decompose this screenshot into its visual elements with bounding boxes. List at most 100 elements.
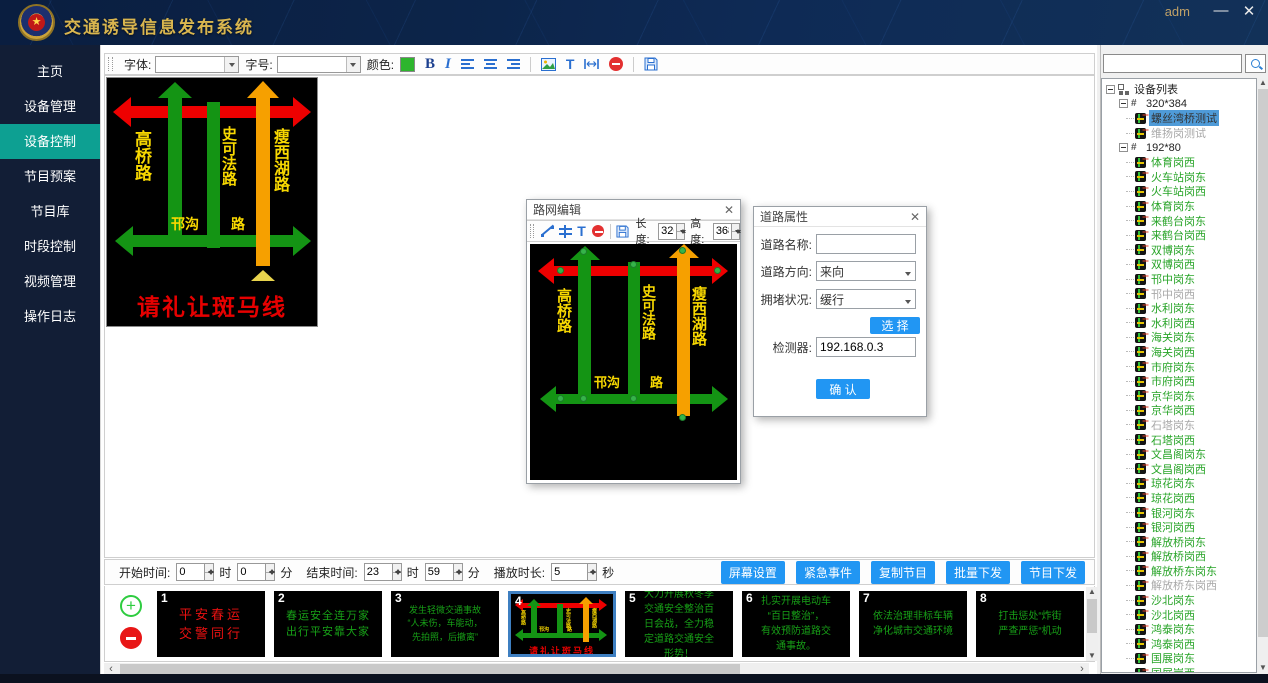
select-button[interactable]: 选 择 xyxy=(870,317,920,334)
device-name[interactable]: 海关岗东 xyxy=(1149,329,1197,345)
tree-device-国展岗西[interactable]: 国展岗西 xyxy=(1102,666,1256,673)
add-program-button[interactable]: + xyxy=(120,595,142,617)
end-hour-input[interactable] xyxy=(365,564,392,580)
node-handle[interactable] xyxy=(630,395,637,402)
tree-device-沙北岗东[interactable]: 沙北岗东 xyxy=(1102,593,1256,608)
road-label-bottom_right[interactable]: 路 xyxy=(650,372,663,391)
emergency-event-button[interactable]: 紧急事件 xyxy=(796,561,860,584)
save-icon[interactable] xyxy=(616,223,629,239)
node-handle[interactable] xyxy=(580,248,587,255)
node-handle[interactable] xyxy=(714,267,721,274)
tree-device-来鹤台岗西[interactable]: 来鹤台岗西 xyxy=(1102,228,1256,243)
green-road-bottom-head-right[interactable] xyxy=(712,386,728,412)
sidebar-item-3[interactable]: 设备控制 xyxy=(0,124,100,159)
device-name[interactable]: 琼花岗东 xyxy=(1149,475,1197,491)
orange-up-arrow-right-shaft[interactable] xyxy=(677,258,690,416)
tree-device-维扬岗测试[interactable]: 维扬岗测试 xyxy=(1102,126,1256,141)
height-stepper[interactable] xyxy=(713,223,740,240)
tree-device-京华岗西[interactable]: 京华岗西 xyxy=(1102,403,1256,418)
tree-device-文昌阁岗西[interactable]: 文昌阁岗西 xyxy=(1102,461,1256,476)
device-search-input[interactable] xyxy=(1103,54,1242,73)
close-icon[interactable]: ✕ xyxy=(724,203,734,217)
end-minute-input[interactable] xyxy=(426,564,453,580)
copy-program-button[interactable]: 复制节目 xyxy=(871,561,935,584)
end-hour-stepper[interactable] xyxy=(364,563,402,581)
tree-device-银河岗东[interactable]: 银河岗东 xyxy=(1102,505,1256,520)
device-name[interactable]: 双博岗西 xyxy=(1149,256,1197,272)
minimize-button[interactable]: — xyxy=(1210,2,1232,19)
device-name[interactable]: 火车站岗东 xyxy=(1149,169,1208,185)
tree-device-双博岗东[interactable]: 双博岗东 xyxy=(1102,243,1256,258)
device-name[interactable]: 市府岗东 xyxy=(1149,359,1197,375)
road-label-middle[interactable]: 史可法路 xyxy=(642,284,656,340)
green-up-arrow-left-shaft[interactable] xyxy=(578,260,591,394)
screen-settings-button[interactable]: 屏幕设置 xyxy=(721,561,785,584)
tree-device-石塔岗东[interactable]: 石塔岗东 xyxy=(1102,418,1256,433)
tree-device-京华岗东[interactable]: 京华岗东 xyxy=(1102,388,1256,403)
align-left-button[interactable] xyxy=(461,56,474,72)
bold-button[interactable]: B xyxy=(425,56,435,72)
stepper-arrows[interactable] xyxy=(265,564,274,580)
device-name[interactable]: 火车站岗西 xyxy=(1149,183,1208,199)
tree-device-解放桥岗西[interactable]: 解放桥岗西 xyxy=(1102,549,1256,564)
device-name[interactable]: 鸿泰岗西 xyxy=(1149,636,1197,652)
device-name[interactable]: 石塔岗东 xyxy=(1149,417,1197,433)
sidebar-item-2[interactable]: 设备管理 xyxy=(0,89,100,124)
device-name[interactable]: 国展岗西 xyxy=(1149,665,1197,673)
start-minute-input[interactable] xyxy=(238,564,265,580)
expand-collapse-icon[interactable] xyxy=(1119,143,1128,152)
device-name[interactable]: 来鹤台岗西 xyxy=(1149,227,1208,243)
delete-button[interactable] xyxy=(592,223,604,239)
tree-device-解放桥东岗西[interactable]: 解放桥东岗西 xyxy=(1102,578,1256,593)
program-thumbnail-6[interactable]: 6扎实开展电动车“百日整治”，有效预防道路交通事故。 xyxy=(742,591,850,657)
sidebar-item-4[interactable]: 节目预案 xyxy=(0,159,100,194)
duration-stepper[interactable] xyxy=(551,563,597,581)
green-road-bottom-head-left[interactable] xyxy=(540,386,556,412)
device-name[interactable]: 银河岗东 xyxy=(1149,505,1197,521)
align-center-button[interactable] xyxy=(484,56,497,72)
text-tool-button[interactable]: T xyxy=(566,56,575,72)
sidebar-item-1[interactable]: 主页 xyxy=(0,54,100,89)
font-size-select[interactable] xyxy=(277,56,361,73)
device-name[interactable]: 解放桥东岗西 xyxy=(1149,577,1219,593)
tree-device-海关岗东[interactable]: 海关岗东 xyxy=(1102,330,1256,345)
program-thumbnail-1[interactable]: 1平安春运交警同行 xyxy=(157,591,265,657)
tree-device-邗中岗东[interactable]: 邗中岗东 xyxy=(1102,272,1256,287)
start-minute-stepper[interactable] xyxy=(237,563,275,581)
program-thumbnail-4[interactable]: 4高桥路史可法路瘦西湖路邗沟路请礼让斑马线 xyxy=(508,591,616,657)
duration-input[interactable] xyxy=(552,564,587,580)
text-tool-button[interactable]: T xyxy=(577,223,586,239)
device-name[interactable]: 石塔岗西 xyxy=(1149,432,1197,448)
expand-collapse-icon[interactable] xyxy=(1119,99,1128,108)
program-strip-vertical-scrollbar[interactable]: ▲▼ xyxy=(1086,587,1098,661)
green-road-middle-shaft[interactable] xyxy=(628,262,640,396)
device-name[interactable]: 来鹤台岗东 xyxy=(1149,213,1208,229)
program-thumbnail-7[interactable]: 7依法治理非标车辆净化城市交通环境 xyxy=(859,591,967,657)
tree-device-琼花岗东[interactable]: 琼花岗东 xyxy=(1102,476,1256,491)
program-thumbnail-3[interactable]: 3发生轻微交通事故“人未伤，车能动，先拍照，后撤离” xyxy=(391,591,499,657)
device-name[interactable]: 邗中岗西 xyxy=(1149,286,1197,302)
batch-dispatch-button[interactable]: 批量下发 xyxy=(946,561,1010,584)
save-icon[interactable] xyxy=(644,56,658,72)
tree-group-320*384[interactable]: #320*384 xyxy=(1102,97,1256,112)
program-dispatch-button[interactable]: 节目下发 xyxy=(1021,561,1085,584)
length-input[interactable] xyxy=(659,224,676,239)
device-name[interactable]: 邗中岗东 xyxy=(1149,271,1197,287)
tree-device-鸿泰岗西[interactable]: 鸿泰岗西 xyxy=(1102,637,1256,652)
remove-program-button[interactable] xyxy=(120,627,142,649)
tree-device-市府岗东[interactable]: 市府岗东 xyxy=(1102,359,1256,374)
sidebar-item-5[interactable]: 节目库 xyxy=(0,194,100,229)
device-name[interactable]: 文昌阁岗西 xyxy=(1149,461,1208,477)
stepper-arrows[interactable] xyxy=(587,564,596,580)
tree-device-来鹤台岗东[interactable]: 来鹤台岗东 xyxy=(1102,213,1256,228)
tree-device-邗中岗西[interactable]: 邗中岗西 xyxy=(1102,286,1256,301)
tree-device-银河岗西[interactable]: 银河岗西 xyxy=(1102,520,1256,535)
stepper-arrows[interactable] xyxy=(676,224,684,239)
tree-device-琼花岗西[interactable]: 琼花岗西 xyxy=(1102,491,1256,506)
tree-device-双博岗西[interactable]: 双博岗西 xyxy=(1102,257,1256,272)
tree-device-体育岗东[interactable]: 体育岗东 xyxy=(1102,199,1256,214)
tree-device-螺丝湾桥测试[interactable]: 螺丝湾桥测试 xyxy=(1102,111,1256,126)
road-direction-select[interactable]: 来向 xyxy=(816,261,916,281)
device-name[interactable]: 双博岗东 xyxy=(1149,242,1197,258)
chevron-down-icon[interactable] xyxy=(224,57,238,72)
